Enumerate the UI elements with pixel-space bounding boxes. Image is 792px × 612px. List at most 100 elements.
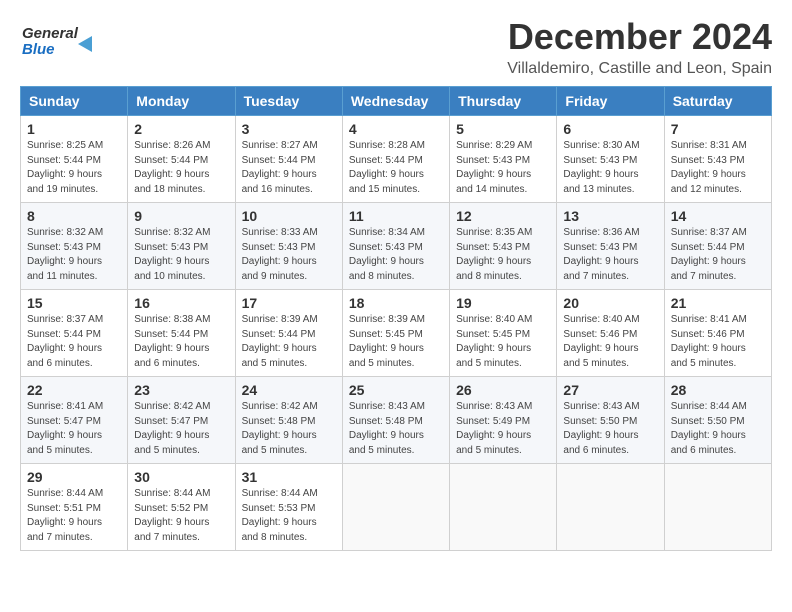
table-row: 5 Sunrise: 8:29 AMSunset: 5:43 PMDaylight… xyxy=(450,116,557,203)
day-number: 10 xyxy=(242,208,336,224)
day-info: Sunrise: 8:40 AMSunset: 5:46 PMDaylight:… xyxy=(563,313,657,371)
table-row: 19Sunrise: 8:40 AMSunset: 5:45 PMDayligh… xyxy=(450,290,557,377)
day-info: Sunrise: 8:41 AMSunset: 5:46 PMDaylight:… xyxy=(671,313,765,371)
table-row: 17 Sunrise: 8:39 AMSunset: 5:44 PMDayligh… xyxy=(235,290,342,377)
day-number: 9 xyxy=(134,208,228,224)
day-info: Sunrise: 8:39 AMSunset: 5:44 PMDaylight:… xyxy=(242,313,336,371)
day-number: 22 xyxy=(27,382,121,398)
day-number: 16 xyxy=(134,295,228,311)
day-info: Sunrise: 8:29 AMSunset: 5:43 PMDaylight:… xyxy=(456,139,550,197)
day-number: 29 xyxy=(27,469,121,485)
header: General Blue December 2024 Villaldemiro,… xyxy=(20,16,772,78)
table-row xyxy=(557,464,664,551)
table-row: 4 Sunrise: 8:28 AMSunset: 5:44 PMDaylight… xyxy=(342,116,449,203)
day-number: 12 xyxy=(456,208,550,224)
logo-icon: General Blue xyxy=(20,16,100,64)
table-row: 11Sunrise: 8:34 AMSunset: 5:43 PMDayligh… xyxy=(342,203,449,290)
day-number: 18 xyxy=(349,295,443,311)
day-info: Sunrise: 8:41 AMSunset: 5:47 PMDaylight:… xyxy=(27,400,121,458)
day-info: Sunrise: 8:43 AMSunset: 5:49 PMDaylight:… xyxy=(456,400,550,458)
col-monday: Monday xyxy=(128,87,235,116)
col-sunday: Sunday xyxy=(21,87,128,116)
day-info: Sunrise: 8:42 AMSunset: 5:48 PMDaylight:… xyxy=(242,400,336,458)
table-row: 14 Sunrise: 8:37 AMSunset: 5:44 PMDayligh… xyxy=(664,203,771,290)
title-area: December 2024 Villaldemiro, Castille and… xyxy=(507,16,772,78)
day-info: Sunrise: 8:44 AMSunset: 5:53 PMDaylight:… xyxy=(242,487,336,545)
day-number: 20 xyxy=(563,295,657,311)
table-row xyxy=(450,464,557,551)
day-info: Sunrise: 8:44 AMSunset: 5:52 PMDaylight:… xyxy=(134,487,228,545)
table-row: 10 Sunrise: 8:33 AMSunset: 5:43 PMDayligh… xyxy=(235,203,342,290)
table-row xyxy=(664,464,771,551)
table-row: 7 Sunrise: 8:31 AMSunset: 5:43 PMDaylight… xyxy=(664,116,771,203)
day-number: 30 xyxy=(134,469,228,485)
day-number: 7 xyxy=(671,121,765,137)
table-row: 30 Sunrise: 8:44 AMSunset: 5:52 PMDayligh… xyxy=(128,464,235,551)
day-number: 25 xyxy=(349,382,443,398)
table-row: 18Sunrise: 8:39 AMSunset: 5:45 PMDayligh… xyxy=(342,290,449,377)
day-number: 28 xyxy=(671,382,765,398)
svg-text:General: General xyxy=(22,25,79,42)
day-info: Sunrise: 8:30 AMSunset: 5:43 PMDaylight:… xyxy=(563,139,657,197)
table-row: 29 Sunrise: 8:44 AMSunset: 5:51 PMDayligh… xyxy=(21,464,128,551)
day-number: 13 xyxy=(563,208,657,224)
day-number: 5 xyxy=(456,121,550,137)
day-info: Sunrise: 8:28 AMSunset: 5:44 PMDaylight:… xyxy=(349,139,443,197)
table-row: 13 Sunrise: 8:36 AMSunset: 5:43 PMDayligh… xyxy=(557,203,664,290)
col-saturday: Saturday xyxy=(664,87,771,116)
day-info: Sunrise: 8:37 AMSunset: 5:44 PMDaylight:… xyxy=(671,226,765,284)
table-row: 22 Sunrise: 8:41 AMSunset: 5:47 PMDayligh… xyxy=(21,377,128,464)
day-info: Sunrise: 8:43 AMSunset: 5:50 PMDaylight:… xyxy=(563,400,657,458)
day-number: 15 xyxy=(27,295,121,311)
day-info: Sunrise: 8:44 AMSunset: 5:50 PMDaylight:… xyxy=(671,400,765,458)
day-info: Sunrise: 8:36 AMSunset: 5:43 PMDaylight:… xyxy=(563,226,657,284)
col-friday: Friday xyxy=(557,87,664,116)
table-row xyxy=(342,464,449,551)
day-number: 27 xyxy=(563,382,657,398)
calendar-week-row: 8 Sunrise: 8:32 AMSunset: 5:43 PMDaylight… xyxy=(21,203,772,290)
table-row: 21Sunrise: 8:41 AMSunset: 5:46 PMDayligh… xyxy=(664,290,771,377)
day-number: 26 xyxy=(456,382,550,398)
logo: General Blue xyxy=(20,16,100,64)
col-wednesday: Wednesday xyxy=(342,87,449,116)
table-row: 1Sunrise: 8:25 AMSunset: 5:44 PMDaylight… xyxy=(21,116,128,203)
table-row: 12 Sunrise: 8:35 AMSunset: 5:43 PMDayligh… xyxy=(450,203,557,290)
day-info: Sunrise: 8:43 AMSunset: 5:48 PMDaylight:… xyxy=(349,400,443,458)
day-number: 17 xyxy=(242,295,336,311)
table-row: 6Sunrise: 8:30 AMSunset: 5:43 PMDaylight… xyxy=(557,116,664,203)
day-info: Sunrise: 8:27 AMSunset: 5:44 PMDaylight:… xyxy=(242,139,336,197)
calendar-week-row: 15 Sunrise: 8:37 AMSunset: 5:44 PMDayligh… xyxy=(21,290,772,377)
day-info: Sunrise: 8:26 AMSunset: 5:44 PMDaylight:… xyxy=(134,139,228,197)
day-info: Sunrise: 8:44 AMSunset: 5:51 PMDaylight:… xyxy=(27,487,121,545)
day-number: 19 xyxy=(456,295,550,311)
table-row: 31 Sunrise: 8:44 AMSunset: 5:53 PMDayligh… xyxy=(235,464,342,551)
calendar: Sunday Monday Tuesday Wednesday Thursday… xyxy=(20,86,772,551)
day-number: 3 xyxy=(242,121,336,137)
day-number: 31 xyxy=(242,469,336,485)
day-info: Sunrise: 8:31 AMSunset: 5:43 PMDaylight:… xyxy=(671,139,765,197)
day-info: Sunrise: 8:33 AMSunset: 5:43 PMDaylight:… xyxy=(242,226,336,284)
calendar-week-row: 29 Sunrise: 8:44 AMSunset: 5:51 PMDayligh… xyxy=(21,464,772,551)
table-row: 2 Sunrise: 8:26 AMSunset: 5:44 PMDaylight… xyxy=(128,116,235,203)
day-info: Sunrise: 8:42 AMSunset: 5:47 PMDaylight:… xyxy=(134,400,228,458)
table-row: 9Sunrise: 8:32 AMSunset: 5:43 PMDaylight… xyxy=(128,203,235,290)
day-number: 8 xyxy=(27,208,121,224)
day-number: 4 xyxy=(349,121,443,137)
day-number: 14 xyxy=(671,208,765,224)
calendar-week-row: 22 Sunrise: 8:41 AMSunset: 5:47 PMDayligh… xyxy=(21,377,772,464)
day-info: Sunrise: 8:25 AMSunset: 5:44 PMDaylight:… xyxy=(27,139,121,197)
day-number: 2 xyxy=(134,121,228,137)
table-row: 28 Sunrise: 8:44 AMSunset: 5:50 PMDayligh… xyxy=(664,377,771,464)
table-row: 27 Sunrise: 8:43 AMSunset: 5:50 PMDayligh… xyxy=(557,377,664,464)
day-info: Sunrise: 8:35 AMSunset: 5:43 PMDaylight:… xyxy=(456,226,550,284)
day-info: Sunrise: 8:32 AMSunset: 5:43 PMDaylight:… xyxy=(27,226,121,284)
day-number: 11 xyxy=(349,208,443,224)
table-row: 25 Sunrise: 8:43 AMSunset: 5:48 PMDayligh… xyxy=(342,377,449,464)
day-info: Sunrise: 8:37 AMSunset: 5:44 PMDaylight:… xyxy=(27,313,121,371)
col-tuesday: Tuesday xyxy=(235,87,342,116)
svg-text:Blue: Blue xyxy=(22,41,55,58)
calendar-week-row: 1Sunrise: 8:25 AMSunset: 5:44 PMDaylight… xyxy=(21,116,772,203)
table-row: 15 Sunrise: 8:37 AMSunset: 5:44 PMDayligh… xyxy=(21,290,128,377)
day-info: Sunrise: 8:38 AMSunset: 5:44 PMDaylight:… xyxy=(134,313,228,371)
day-number: 24 xyxy=(242,382,336,398)
